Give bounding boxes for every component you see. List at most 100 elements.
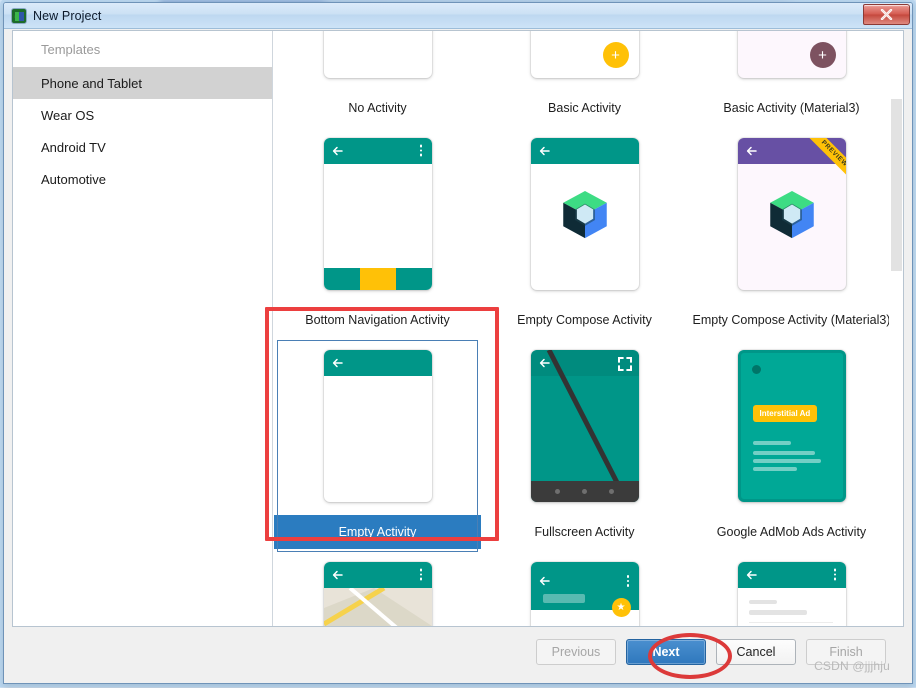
next-button[interactable]: Next (626, 639, 706, 665)
floating-action-button: ★ (611, 598, 631, 617)
map-graphic (323, 588, 432, 626)
navigation-bar (530, 481, 639, 502)
template-label: Bottom Navigation Activity (305, 313, 450, 327)
phone-mockup-settings (737, 562, 846, 626)
template-label: No Activity (348, 101, 407, 115)
new-project-dialog: New Project Templates Phone and Tablet W… (3, 2, 913, 684)
template-label: Google AdMob Ads Activity (716, 525, 867, 539)
template-row: Empty Activity Fullscreen Activity Inter… (274, 337, 903, 552)
back-arrow-icon (746, 146, 757, 156)
back-arrow-icon (746, 570, 757, 580)
template-thumbnail (274, 549, 481, 626)
diagonal-stripe (546, 350, 629, 502)
sidebar-item-wear-os[interactable]: Wear OS (13, 99, 272, 131)
template-card-basic-activity-material3[interactable]: PREVIEW + Basic Activity (Material3) (688, 31, 895, 125)
template-thumbnail: + (481, 31, 688, 91)
bottom-navigation-bar (323, 268, 432, 290)
template-thumbnail: Interstitial Ad (688, 337, 895, 515)
template-card-login-activity[interactable]: ★ (481, 549, 688, 626)
template-card-settings-activity[interactable] (688, 549, 895, 626)
vertical-scrollbar[interactable] (889, 31, 903, 626)
sidebar-item-label: Wear OS (41, 107, 95, 123)
back-arrow-icon (539, 576, 550, 586)
template-label: Basic Activity (548, 101, 621, 115)
template-thumbnail (481, 125, 688, 303)
template-gallery[interactable]: No Activity + Basic Activity + Basic Act… (274, 31, 903, 626)
template-card-empty-compose-activity-material3[interactable]: PREVIEW Empty Compose Activity (Material… (688, 125, 895, 337)
sidebar-header-templates: Templates (13, 31, 272, 67)
compose-logo-wrapper (556, 186, 614, 249)
phone-mockup-no-activity (323, 31, 432, 78)
title-bar: New Project (4, 3, 912, 29)
template-card-bottom-navigation-activity[interactable]: Bottom Navigation Activity (274, 125, 481, 337)
back-arrow-icon (332, 146, 343, 156)
cancel-button[interactable]: Cancel (716, 639, 796, 665)
overflow-menu-icon (626, 575, 630, 588)
template-thumbnail (274, 31, 481, 91)
watermark-text: CSDN @jjjhju (814, 659, 890, 673)
floating-action-button: + (602, 42, 629, 68)
app-bar (323, 350, 432, 376)
back-arrow-icon (332, 570, 343, 580)
scrollbar-thumb[interactable] (891, 99, 902, 271)
overflow-menu-icon (419, 568, 423, 582)
sidebar-item-phone-and-tablet[interactable]: Phone and Tablet (13, 67, 272, 99)
floating-action-button: + (809, 42, 836, 68)
sidebar-item-automotive[interactable]: Automotive (13, 163, 272, 195)
close-button[interactable] (863, 4, 910, 25)
template-thumbnail: PREVIEW + (688, 31, 895, 91)
app-bar (323, 562, 432, 588)
close-icon (880, 9, 893, 20)
template-thumbnail (481, 337, 688, 515)
interstitial-ad-chip: Interstitial Ad (752, 405, 818, 422)
previous-button[interactable]: Previous (536, 639, 616, 665)
sidebar-item-label: Phone and Tablet (41, 75, 142, 91)
template-row: Bottom Navigation Activity Empty Compose… (274, 125, 903, 337)
window-title: New Project (33, 8, 102, 23)
template-card-google-admob-ads-activity[interactable]: Interstitial Ad Google AdMob Ads Activit… (688, 337, 895, 549)
template-label: Fullscreen Activity (534, 525, 635, 539)
sidebar-item-label: Templates (41, 41, 101, 57)
template-label: Basic Activity (Material3) (723, 101, 860, 115)
template-thumbnail (688, 549, 895, 626)
preview-ribbon: PREVIEW (793, 138, 846, 191)
jetpack-compose-icon (769, 190, 814, 239)
dialog-footer: Previous Next Cancel Finish CSDN @jjjhju (12, 627, 904, 677)
overflow-menu-icon (833, 568, 837, 582)
template-card-empty-activity[interactable]: Empty Activity (274, 337, 481, 552)
app-bar (530, 138, 639, 164)
template-card-google-maps-activity[interactable] (274, 549, 481, 626)
template-card-no-activity[interactable]: No Activity (274, 31, 481, 125)
avatar-dot (751, 365, 761, 374)
template-card-fullscreen-activity[interactable]: Fullscreen Activity (481, 337, 688, 549)
template-thumbnail (274, 337, 481, 515)
template-row: No Activity + Basic Activity + Basic Act… (274, 31, 903, 125)
sidebar-item-label: Automotive (41, 171, 107, 187)
phone-mockup-secondary: ★ (530, 562, 639, 626)
category-sidebar: Templates Phone and Tablet Wear OS Andro… (13, 31, 273, 626)
compose-logo-wrapper (763, 186, 821, 249)
template-row: ★ (274, 549, 903, 626)
phone-mockup-empty-compose-material3: PREVIEW (737, 138, 846, 290)
sidebar-item-android-tv[interactable]: Android TV (13, 131, 272, 163)
phone-mockup-empty-compose (530, 138, 639, 290)
app-bar (737, 562, 846, 588)
phone-mockup-empty-activity (323, 350, 432, 502)
template-card-empty-compose-activity[interactable]: Empty Compose Activity (481, 125, 688, 337)
app-bar (323, 138, 432, 164)
phone-mockup-bottom-navigation (323, 138, 432, 290)
template-thumbnail: PREVIEW (688, 125, 895, 303)
phone-mockup-basic-activity-material3: PREVIEW + (737, 31, 846, 78)
template-grid: No Activity + Basic Activity + Basic Act… (274, 31, 903, 626)
template-label: Empty Compose Activity (Material3) (692, 313, 891, 327)
dialog-content: Templates Phone and Tablet Wear OS Andro… (12, 30, 904, 627)
template-card-basic-activity[interactable]: + Basic Activity (481, 31, 688, 125)
template-label: Empty Compose Activity (517, 313, 652, 327)
phone-mockup-google-maps (323, 562, 432, 626)
back-arrow-icon (539, 146, 550, 156)
jetpack-compose-icon (562, 190, 607, 239)
phone-mockup-admob: Interstitial Ad (737, 350, 846, 502)
sidebar-item-label: Android TV (41, 139, 106, 155)
template-label: Empty Activity (274, 515, 481, 549)
template-thumbnail: ★ (481, 549, 688, 626)
